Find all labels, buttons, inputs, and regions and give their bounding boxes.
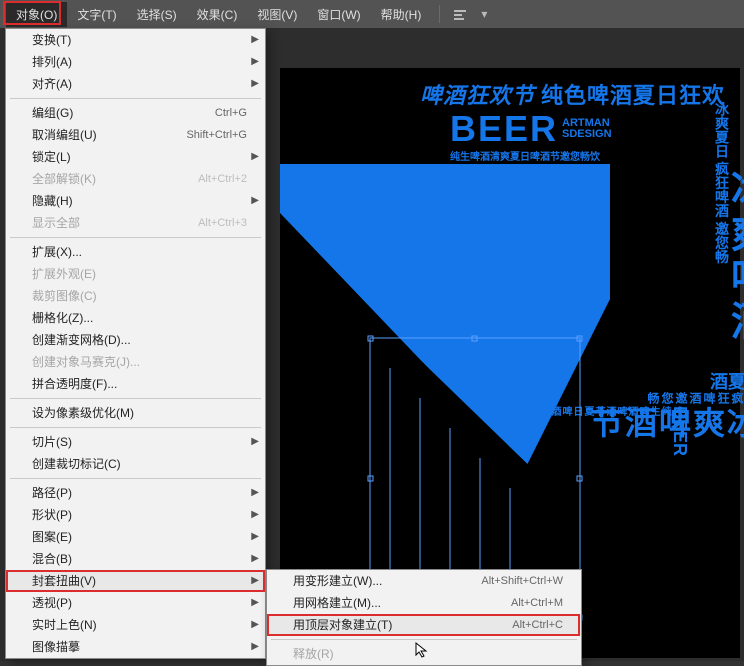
- align-icon[interactable]: [451, 5, 469, 23]
- menu-item[interactable]: 取消编组(U)Shift+Ctrl+G: [6, 124, 265, 146]
- menu-view[interactable]: 视图(V): [247, 2, 307, 27]
- s-v5: 纯生啤酒: [626, 406, 670, 416]
- headline-1: 啤酒狂欢节: [420, 78, 535, 110]
- menu-window[interactable]: 窗口(W): [307, 2, 370, 27]
- menu-item[interactable]: 拼合透明度(F)...: [6, 373, 265, 395]
- headline-2: 纯色啤酒夏日狂欢: [541, 78, 725, 110]
- chevron-down-icon[interactable]: ▾: [475, 5, 493, 23]
- menu-effect[interactable]: 效果(C): [187, 2, 248, 27]
- s-v2: 疯狂啤酒: [688, 392, 744, 404]
- submenu-arrow-icon: ▶: [251, 76, 259, 92]
- s-v4: BEER: [669, 406, 690, 456]
- menu-item: 显示全部Alt+Ctrl+3: [6, 212, 265, 234]
- submenu-item[interactable]: 用网格建立(M)...Alt+Ctrl+M: [267, 592, 581, 614]
- menu-help[interactable]: 帮助(H): [371, 2, 432, 27]
- menu-item[interactable]: 路径(P)▶: [6, 482, 265, 504]
- menu-item[interactable]: 栅格化(Z)...: [6, 307, 265, 329]
- menu-item: 扩展外观(E): [6, 263, 265, 285]
- s-horizontal: 酒夏日狂欢: [620, 368, 744, 394]
- sdesign: SDESIGN: [562, 129, 612, 140]
- vert-1: 冰爽夏日: [714, 102, 730, 158]
- menu-item: 创建对象马赛克(J)...: [6, 351, 265, 373]
- submenu-arrow-icon: ▶: [251, 529, 259, 545]
- menu-item[interactable]: 混合(B)▶: [6, 548, 265, 570]
- menu-item[interactable]: 形状(P)▶: [6, 504, 265, 526]
- menu-item[interactable]: 切片(S)▶: [6, 431, 265, 453]
- submenu-arrow-icon: ▶: [251, 551, 259, 567]
- submenu-item[interactable]: 用顶层对象建立(T)Alt+Ctrl+C: [267, 614, 581, 636]
- submenu-arrow-icon: ▶: [251, 32, 259, 48]
- submenu-arrow-icon: ▶: [251, 54, 259, 70]
- menu-item[interactable]: 设为像素级优化(M): [6, 402, 265, 424]
- submenu-arrow-icon: ▶: [251, 193, 259, 209]
- menu-item[interactable]: 锁定(L)▶: [6, 146, 265, 168]
- submenu-arrow-icon: ▶: [251, 149, 259, 165]
- menu-item[interactable]: 图像描摹▶: [6, 636, 265, 658]
- submenu-arrow-icon: ▶: [251, 573, 259, 589]
- object-menu: 变换(T)▶排列(A)▶对齐(A)▶ 编组(G)Ctrl+G取消编组(U)Shif…: [5, 28, 266, 659]
- menu-select[interactable]: 选择(S): [127, 2, 187, 27]
- divider: [439, 5, 440, 23]
- menu-item[interactable]: 隐藏(H)▶: [6, 190, 265, 212]
- control-group: ▾: [448, 5, 496, 23]
- submenu-arrow-icon: ▶: [251, 595, 259, 611]
- submenu-arrow-icon: ▶: [251, 617, 259, 633]
- menu-item[interactable]: 图案(E)▶: [6, 526, 265, 548]
- menu-object[interactable]: 对象(O): [6, 2, 67, 27]
- menu-item[interactable]: 创建渐变网格(D)...: [6, 329, 265, 351]
- menubar: 对象(O) 文字(T) 选择(S) 效果(C) 视图(V) 窗口(W) 帮助(H…: [0, 0, 744, 28]
- line3: 纯生啤酒清爽夏日啤酒节邀您畅饮: [450, 148, 600, 163]
- menu-item[interactable]: 变换(T)▶: [6, 29, 265, 51]
- beer-word: BEER: [450, 108, 558, 150]
- menu-item[interactable]: 编组(G)Ctrl+G: [6, 102, 265, 124]
- menu-item[interactable]: 封套扭曲(V)▶: [6, 570, 265, 592]
- menu-item: 全部解锁(K)Alt+Ctrl+2: [6, 168, 265, 190]
- submenu-arrow-icon: ▶: [251, 639, 259, 655]
- menu-item[interactable]: 排列(A)▶: [6, 51, 265, 73]
- big-block: 冰爽啤酒: [726, 168, 744, 344]
- s-v3: 邀您畅: [646, 392, 688, 404]
- submenu-arrow-icon: ▶: [251, 507, 259, 523]
- menu-item: 裁剪图像(C): [6, 285, 265, 307]
- submenu-item[interactable]: 用变形建立(W)...Alt+Shift+Ctrl+W: [267, 570, 581, 592]
- submenu-arrow-icon: ▶: [251, 434, 259, 450]
- menu-type[interactable]: 文字(T): [67, 2, 126, 27]
- menu-item[interactable]: 创建裁切标记(C): [6, 453, 265, 475]
- menu-item[interactable]: 对齐(A)▶: [6, 73, 265, 95]
- menu-item[interactable]: 扩展(X)...: [6, 241, 265, 263]
- menu-item[interactable]: 透视(P)▶: [6, 592, 265, 614]
- menu-item[interactable]: 实时上色(N)▶: [6, 614, 265, 636]
- submenu-arrow-icon: ▶: [251, 485, 259, 501]
